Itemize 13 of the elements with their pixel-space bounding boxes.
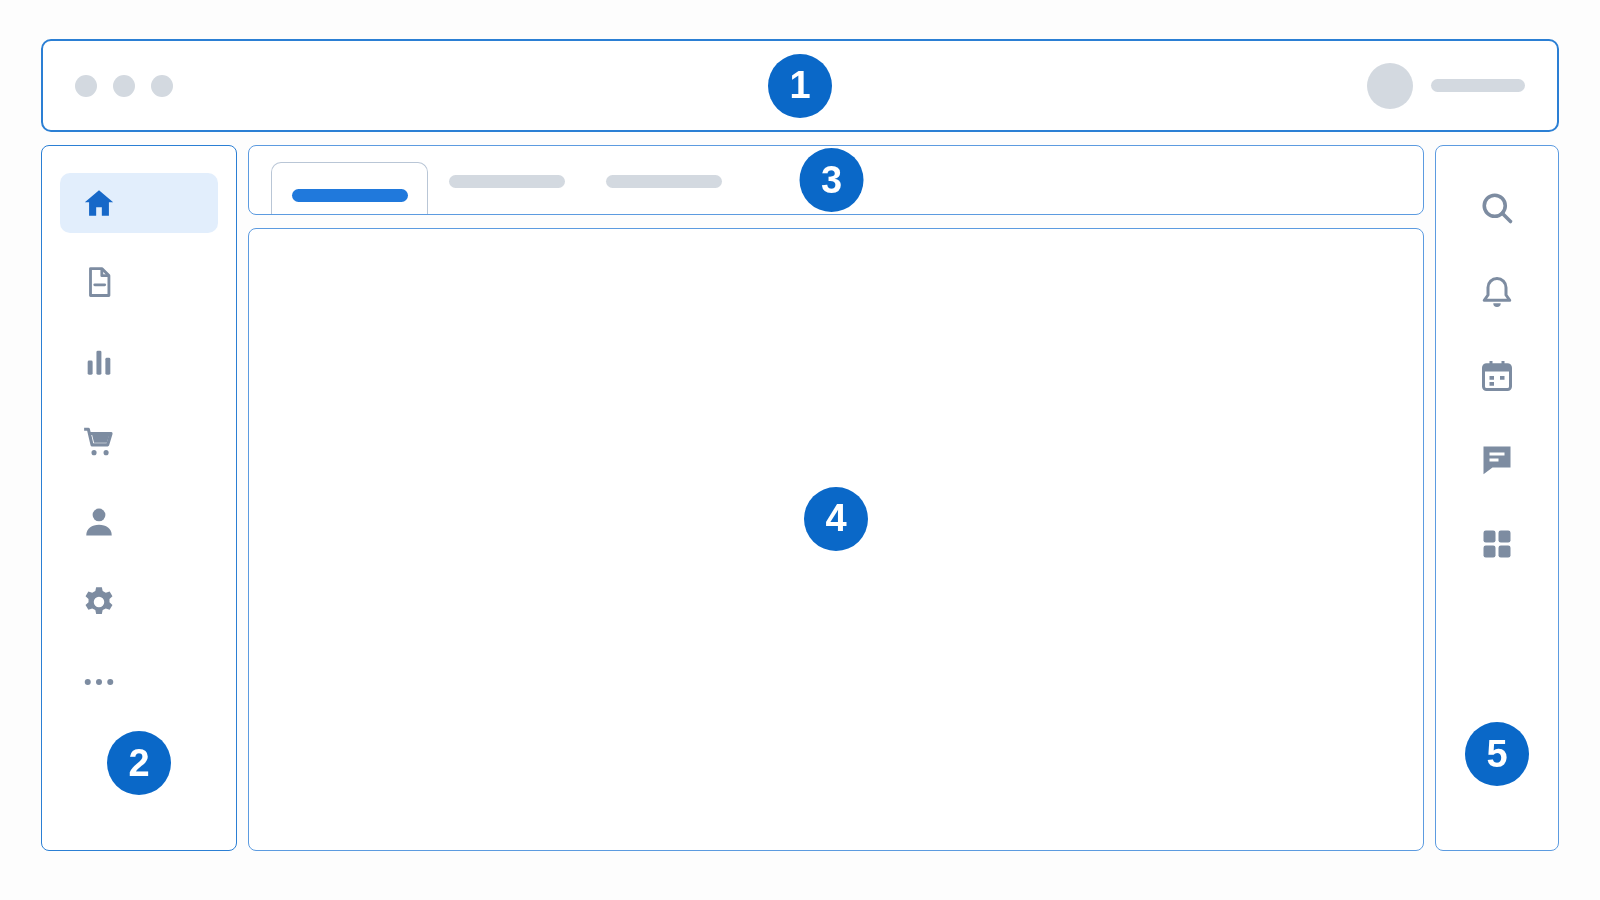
more-icon bbox=[82, 679, 116, 685]
calendar-icon[interactable] bbox=[1479, 358, 1515, 394]
callout-badge: 4 bbox=[804, 486, 868, 551]
callout-badge: 5 bbox=[1465, 722, 1529, 786]
callout-badge: 2 bbox=[107, 731, 171, 795]
window-dot[interactable] bbox=[151, 74, 173, 97]
search-icon[interactable] bbox=[1479, 190, 1515, 226]
tab[interactable] bbox=[271, 162, 428, 214]
sidebar-item[interactable] bbox=[60, 173, 218, 233]
callout-badge: 3 bbox=[799, 148, 864, 212]
window-dot[interactable] bbox=[113, 74, 135, 97]
window-dot[interactable] bbox=[75, 74, 97, 97]
callout-badge: 1 bbox=[768, 53, 832, 118]
